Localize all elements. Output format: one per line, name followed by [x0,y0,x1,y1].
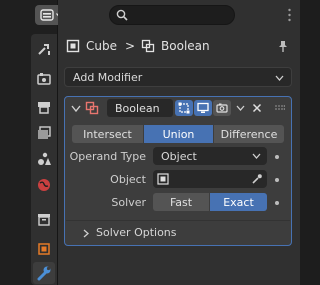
collection-tab[interactable] [33,208,55,230]
wrench-icon [37,266,51,281]
modifier-name: Boolean [115,101,160,115]
options-dots-icon[interactable] [287,8,292,22]
view-layer-tab[interactable] [33,122,55,144]
keyframe-dot[interactable] [275,201,279,205]
breadcrumb-modifier: Boolean [161,39,210,53]
operand-type-label: Operand Type [69,150,146,163]
properties-editor-icon [39,9,54,21]
monitor-icon [197,102,209,113]
output-icon [38,102,50,114]
boolean-modifier-icon [85,101,99,115]
world-icon [38,179,50,191]
viewport-display-toggle[interactable] [194,100,212,116]
operation-difference[interactable]: Difference [214,125,284,143]
properties-main: Cube > Boolean Add Modifier Boolean Inte… [58,32,300,285]
keyframe-dot[interactable] [275,155,279,159]
operation-union[interactable]: Union [144,125,214,143]
modifier-name-field[interactable]: Boolean [107,99,173,117]
properties-header [58,0,300,32]
edit-mode-toggle[interactable] [175,100,193,116]
boolean-modifier-panel: Boolean Intersect Union Difference Opera… [64,96,292,246]
object-icon [38,243,50,255]
chevron-down-icon[interactable] [236,105,245,111]
boolean-modifier-icon [141,39,155,53]
scene-tab[interactable] [33,148,55,170]
breadcrumb-separator: > [124,39,136,53]
object-field[interactable] [153,170,267,188]
search-icon [116,9,128,21]
chevron-right-icon [83,229,89,238]
object-icon [157,173,169,185]
solver-fast[interactable]: Fast [153,193,210,211]
render-tab[interactable] [33,68,55,90]
tool-icon [38,44,50,55]
breadcrumb: Cube > Boolean [66,36,216,56]
operand-type-dropdown[interactable]: Object [153,147,267,165]
camera-icon [216,103,228,113]
close-icon[interactable] [252,103,262,113]
chevron-down-icon [252,153,261,159]
object-label: Object [110,173,146,186]
add-modifier-label: Add Modifier [73,70,143,84]
operation-intersect[interactable]: Intersect [72,125,144,143]
object-tab[interactable] [33,238,55,260]
render-toggle[interactable] [213,100,231,116]
modifier-tab[interactable] [33,262,55,284]
add-modifier-dropdown[interactable]: Add Modifier [64,67,292,87]
solver-exact[interactable]: Exact [210,193,267,211]
operation-selector: Intersect Union Difference [72,125,284,143]
output-tab[interactable] [33,96,55,118]
operand-type-value: Object [161,149,197,163]
drag-handle-icon[interactable] [275,105,285,111]
solver-options-subpanel[interactable]: Solver Options [66,220,290,244]
solver-selector: Fast Exact [153,193,267,211]
search-input[interactable] [109,5,235,25]
breadcrumb-object: Cube [86,39,117,53]
edit-mode-icon [178,102,190,114]
view-layer-icon [38,126,51,139]
collapse-chevron-icon[interactable] [71,105,81,112]
solver-label: Solver [111,196,146,209]
eyedropper-icon[interactable] [251,173,263,185]
properties-tab-column [0,0,67,285]
object-icon [66,39,80,53]
tool-tab[interactable] [33,38,55,60]
collection-icon [38,214,50,226]
solver-options-label: Solver Options [96,226,177,239]
world-tab[interactable] [33,174,55,196]
chevron-down-icon [275,75,284,81]
render-icon [37,73,51,85]
scene-icon [38,152,51,165]
keyframe-dot[interactable] [275,178,279,182]
pin-icon[interactable] [276,39,290,53]
